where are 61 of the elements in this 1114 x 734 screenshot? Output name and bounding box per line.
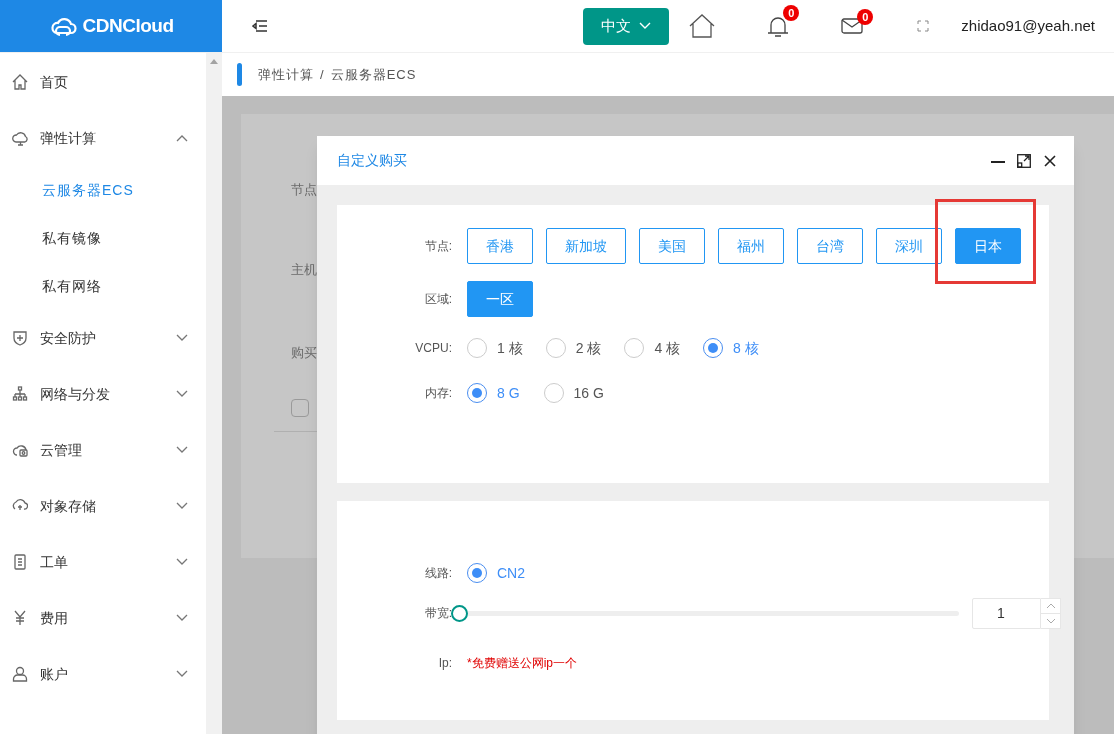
breadcrumb-separator: / — [320, 65, 325, 84]
sidebar-item[interactable]: 账户 — [0, 646, 206, 702]
form-label: 主机 — [291, 260, 317, 279]
sidebar-item[interactable]: 安全防护 — [0, 310, 206, 366]
field-label: 带宽: — [423, 605, 452, 622]
field-label: VCPU: — [414, 340, 452, 357]
language-dropdown[interactable]: 中文 — [583, 7, 670, 45]
message-count: 0 — [857, 9, 874, 25]
sidebar-item[interactable]: 工单 — [0, 534, 206, 590]
shield-icon — [12, 330, 28, 346]
breadcrumb-link[interactable]: 云服务器ECS — [330, 64, 417, 85]
chevron-down-icon[interactable] — [1045, 617, 1056, 624]
sidebar-item[interactable]: 弹性计算 — [0, 110, 206, 166]
sidebar-item[interactable]: 网络与分发 — [0, 366, 206, 422]
cloud-gear-icon — [12, 442, 28, 458]
breadcrumb-link[interactable]: 弹性计算 — [258, 64, 314, 85]
dialog-title: 自定义购买 — [337, 151, 407, 170]
field-label: 线路: — [423, 565, 452, 582]
sidebar-item[interactable]: 对象存储 — [0, 478, 206, 534]
home-icon — [12, 74, 28, 90]
form-label: 节点 — [291, 181, 317, 199]
sidebar-subitem[interactable]: 私有镜像 — [0, 214, 206, 262]
network-icon — [12, 386, 28, 402]
logo-text: CDNCloud — [82, 13, 174, 38]
scrollbar[interactable] — [206, 53, 222, 734]
radio-option[interactable]: 4 核 — [624, 337, 681, 359]
user-icon — [12, 666, 28, 682]
field-label: Ip: — [437, 655, 452, 672]
chevron-up-icon[interactable] — [1045, 602, 1056, 609]
sidebar-item[interactable]: 首页 — [0, 54, 206, 110]
radio-option[interactable]: 16 G — [543, 382, 604, 404]
radio-option[interactable]: 1 核 — [467, 337, 523, 359]
home-icon[interactable] — [689, 14, 716, 38]
free-ip-note: *免费赠送公网ip一个 — [467, 655, 577, 672]
checkbox[interactable] — [291, 398, 309, 417]
cloud-icon — [12, 130, 28, 146]
sidebar-item[interactable]: 云管理 — [0, 422, 206, 478]
form-label: 购买 — [291, 344, 317, 362]
notification-count: 0 — [783, 5, 800, 21]
number-input[interactable]: 1 — [972, 597, 1041, 629]
stepper[interactable] — [1041, 597, 1061, 629]
field-label: 节点: — [423, 238, 452, 255]
mail-icon[interactable] — [841, 18, 864, 34]
slider-handle[interactable] — [451, 604, 468, 622]
user-email[interactable]: zhidao91@yeah.net — [961, 14, 1095, 38]
fullscreen-icon[interactable] — [917, 20, 930, 32]
menu-collapse-icon[interactable] — [252, 19, 268, 33]
maximize-icon[interactable] — [1017, 153, 1031, 168]
bell-icon[interactable] — [767, 14, 790, 38]
field-label: 区域: — [423, 291, 452, 308]
radio-option[interactable]: 2 核 — [545, 337, 602, 359]
breadcrumb-accent — [237, 63, 242, 86]
clipboard-icon — [12, 554, 28, 570]
sidebar-subitem[interactable]: 私有网络 — [0, 262, 206, 310]
close-icon[interactable] — [1044, 154, 1056, 167]
sidebar-subitem[interactable]: 云服务器ECS — [0, 166, 206, 214]
yen-icon — [12, 610, 28, 626]
sidebar-item[interactable]: 费用 — [0, 590, 206, 646]
chevron-down-icon — [639, 22, 652, 30]
field-label: 内存: — [423, 385, 452, 402]
scroll-up-icon — [210, 59, 218, 64]
